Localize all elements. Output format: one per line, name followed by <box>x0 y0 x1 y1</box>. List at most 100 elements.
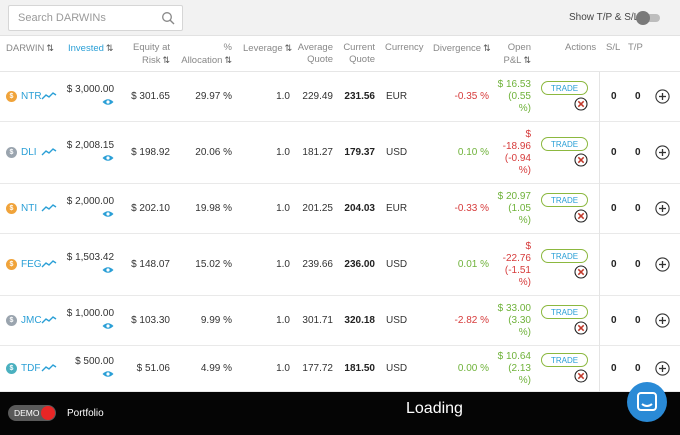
currency-value: USD <box>386 363 408 374</box>
divergence-value: -0.35 % <box>454 91 489 102</box>
trade-button[interactable]: TRADE <box>541 249 588 263</box>
chat-button[interactable] <box>627 382 667 422</box>
darwin-name-link[interactable]: FEG <box>21 259 42 271</box>
demo-toggle[interactable]: DEMO <box>8 405 56 421</box>
sl-value[interactable]: 0 <box>611 203 617 215</box>
column-currency: Currency <box>385 42 424 53</box>
average-quote-value: 301.71 <box>302 315 333 326</box>
search-icon[interactable] <box>161 11 175 25</box>
close-position-icon[interactable] <box>574 321 588 335</box>
leverage-value: 1.0 <box>276 147 290 158</box>
pnl-line: %) <box>518 277 531 288</box>
table-row: $ DLI $ 2,008.15 $ 198.92 20.06 % 1.0 18… <box>0 122 680 184</box>
darwin-name-link[interactable]: DLI <box>21 147 37 159</box>
invested-value: $ 2,000.00 <box>66 196 114 207</box>
demo-status-dot <box>41 406 55 420</box>
leverage-value: 1.0 <box>276 363 290 374</box>
trade-button[interactable]: TRADE <box>541 137 588 151</box>
trend-chart-icon[interactable] <box>41 147 57 157</box>
divergence-value: 0.10 % <box>457 147 489 158</box>
invested-value: $ 2,008.15 <box>66 140 114 151</box>
close-position-icon[interactable] <box>574 209 588 223</box>
table-row: $ JMC $ 1,000.00 $ 103.30 9.99 % 1.0 301… <box>0 296 680 346</box>
trade-button[interactable]: TRADE <box>541 353 588 367</box>
trend-chart-icon[interactable] <box>41 91 57 101</box>
pnl-line: (1.05 <box>508 203 531 214</box>
dollar-coin-icon: $ <box>6 203 17 214</box>
open-pnl-value: $ 33.00 (3.30%) <box>485 303 531 339</box>
close-position-icon[interactable] <box>574 97 588 111</box>
add-tp-sl-icon[interactable] <box>655 145 670 160</box>
tp-value[interactable]: 0 <box>635 259 641 271</box>
column-darwin[interactable]: DARWIN ⇅ <box>6 42 54 55</box>
current-quote-value: 204.03 <box>344 203 375 214</box>
column-open-pnl[interactable]: Open P&L ⇅ <box>495 42 531 67</box>
pnl-line: -18.96 <box>502 141 531 152</box>
table-row: $ NTI $ 2,000.00 $ 202.10 19.98 % 1.0 20… <box>0 184 680 234</box>
average-quote-value: 229.49 <box>302 91 333 102</box>
sl-value[interactable]: 0 <box>611 315 617 327</box>
average-quote-value: 239.66 <box>302 259 333 270</box>
allocation-value: 19.98 % <box>195 203 232 214</box>
add-tp-sl-icon[interactable] <box>655 257 670 272</box>
add-tp-sl-icon[interactable] <box>655 361 670 376</box>
add-tp-sl-icon[interactable] <box>655 313 670 328</box>
trend-chart-icon[interactable] <box>41 315 57 325</box>
show-tp-sl-toggle[interactable] <box>636 11 662 25</box>
trade-button[interactable]: TRADE <box>541 81 588 95</box>
sl-value[interactable]: 0 <box>611 259 617 271</box>
dollar-coin-icon: $ <box>6 91 17 102</box>
trend-chart-icon[interactable] <box>41 259 57 269</box>
pnl-line: $ 20.97 <box>497 191 531 202</box>
open-pnl-value: $ -18.96 (-0.94%) <box>485 129 531 177</box>
darwin-name-link[interactable]: NTR <box>21 91 42 103</box>
column-equity-at-risk[interactable]: Equity at Risk ⇅ <box>120 42 170 67</box>
dollar-coin-icon: $ <box>6 259 17 270</box>
sl-value[interactable]: 0 <box>611 91 617 103</box>
sort-icon: ⇅ <box>483 43 491 53</box>
add-tp-sl-icon[interactable] <box>655 89 670 104</box>
sort-icon: ⇅ <box>523 55 531 65</box>
current-quote-value: 320.18 <box>344 315 375 326</box>
sl-value[interactable]: 0 <box>611 147 617 159</box>
equity-at-risk-value: $ 301.65 <box>131 91 170 102</box>
invested-value: $ 1,503.42 <box>66 252 114 263</box>
darwin-name-link[interactable]: TDF <box>21 363 40 375</box>
divergence-value: 0.01 % <box>457 259 489 270</box>
add-tp-sl-icon[interactable] <box>655 201 670 216</box>
column-allocation[interactable]: % Allocation ⇅ <box>172 42 232 67</box>
search-input[interactable] <box>9 6 159 30</box>
trend-chart-icon[interactable] <box>41 363 57 373</box>
pnl-line: $ 16.53 <box>497 79 531 90</box>
column-sl: S/L <box>606 42 621 53</box>
tp-value[interactable]: 0 <box>635 91 641 103</box>
tp-value[interactable]: 0 <box>635 363 641 375</box>
pnl-line: (-1.51 <box>504 265 531 276</box>
close-position-icon[interactable] <box>574 153 588 167</box>
tp-value[interactable]: 0 <box>635 315 641 327</box>
column-invested[interactable]: Invested ⇅ <box>68 42 113 55</box>
tp-value[interactable]: 0 <box>635 147 641 159</box>
sort-icon: ⇅ <box>162 55 170 65</box>
equity-at-risk-value: $ 51.06 <box>136 363 170 374</box>
column-divergence[interactable]: Divergence ⇅ <box>433 42 491 55</box>
sl-value[interactable]: 0 <box>611 363 617 375</box>
darwin-name-link[interactable]: NTI <box>21 203 37 215</box>
allocation-value: 4.99 % <box>200 363 232 374</box>
trade-button[interactable]: TRADE <box>541 193 588 207</box>
trend-chart-icon[interactable] <box>41 203 57 213</box>
close-position-icon[interactable] <box>574 265 588 279</box>
chat-icon <box>637 392 657 411</box>
currency-value: USD <box>386 315 408 326</box>
equity-at-risk-value: $ 103.30 <box>131 315 170 326</box>
column-leverage[interactable]: Leverage ⇅ <box>243 42 292 55</box>
close-position-icon[interactable] <box>574 369 588 383</box>
tp-value[interactable]: 0 <box>635 203 641 215</box>
trade-button[interactable]: TRADE <box>541 305 588 319</box>
allocation-value: 20.06 % <box>195 147 232 158</box>
portfolio-link[interactable]: Portfolio <box>67 408 104 419</box>
darwin-name-link[interactable]: JMC <box>21 315 42 327</box>
search-box[interactable] <box>8 5 183 31</box>
pnl-line: -22.76 <box>502 253 531 264</box>
toggle-knob <box>636 11 650 25</box>
